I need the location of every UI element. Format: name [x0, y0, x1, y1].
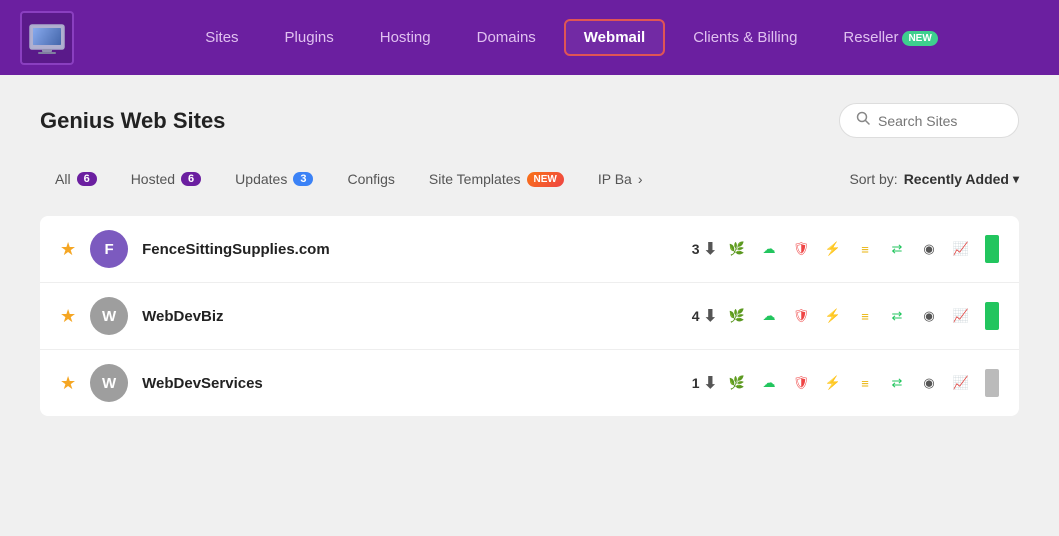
ip-ban-more-icon: ›: [638, 171, 643, 187]
site-name[interactable]: WebDevServices: [142, 375, 342, 392]
nav-clients-billing[interactable]: Clients & Billing: [675, 21, 815, 54]
sort-dropdown[interactable]: Recently Added ▾: [904, 171, 1019, 187]
shield-icon[interactable]: 🛡: [789, 304, 813, 328]
site-templates-new-badge: NEW: [527, 172, 564, 187]
search-icon: [856, 111, 870, 130]
nav-domains[interactable]: Domains: [459, 21, 554, 54]
update-count: 1 ⬇: [692, 373, 717, 393]
globe-icon[interactable]: ◉: [917, 237, 941, 261]
table-row: ★ W WebDevBiz 4 ⬇ 🌿 ☁ 🛡 ⚡ ≡ ⇄ ◉ 📈: [40, 283, 1019, 350]
cloud-icon[interactable]: ☁: [757, 237, 781, 261]
page-header: Genius Web Sites: [40, 103, 1019, 138]
leaf-icon[interactable]: 🌿: [725, 304, 749, 328]
lightning-icon[interactable]: ⚡: [821, 304, 845, 328]
cloud-icon[interactable]: ☁: [757, 371, 781, 395]
recycle-icon[interactable]: ⇄: [885, 304, 909, 328]
leaf-icon[interactable]: 🌿: [725, 371, 749, 395]
search-box[interactable]: [839, 103, 1019, 138]
tab-updates-count: 3: [293, 172, 313, 186]
tab-all[interactable]: All 6: [40, 162, 112, 196]
site-actions: 3 ⬇ 🌿 ☁ 🛡 ⚡ ≡ ⇄ ◉ 📈: [356, 235, 999, 263]
star-icon[interactable]: ★: [60, 306, 76, 327]
site-actions: 4 ⬇ 🌿 ☁ 🛡 ⚡ ≡ ⇄ ◉ 📈: [356, 302, 999, 330]
layers-icon[interactable]: ≡: [853, 237, 877, 261]
status-rect: [985, 302, 999, 330]
lightning-icon[interactable]: ⚡: [821, 371, 845, 395]
avatar: F: [90, 230, 128, 268]
avatar: W: [90, 364, 128, 402]
table-row: ★ W WebDevServices 1 ⬇ 🌿 ☁ 🛡 ⚡ ≡ ⇄ ◉ 📈: [40, 350, 1019, 416]
download-icon[interactable]: ⬇: [704, 306, 717, 326]
cloud-icon[interactable]: ☁: [757, 304, 781, 328]
main-content: Genius Web Sites All 6 Hosted 6 Updates …: [0, 75, 1059, 444]
shield-icon[interactable]: 🛡: [789, 237, 813, 261]
sort-label: Sort by:: [849, 171, 897, 187]
leaf-icon[interactable]: 🌿: [725, 237, 749, 261]
sort-value: Recently Added: [904, 171, 1009, 187]
star-icon[interactable]: ★: [60, 239, 76, 260]
globe-icon[interactable]: ◉: [917, 371, 941, 395]
star-icon[interactable]: ★: [60, 373, 76, 394]
tab-hosted-count: 6: [181, 172, 201, 186]
nav-sites[interactable]: Sites: [187, 21, 256, 54]
avatar: W: [90, 297, 128, 335]
trend-icon[interactable]: 📈: [949, 304, 973, 328]
download-icon[interactable]: ⬇: [704, 239, 717, 259]
tab-ip-ban[interactable]: IP Ba ›: [583, 162, 658, 196]
recycle-icon[interactable]: ⇄: [885, 371, 909, 395]
shield-icon[interactable]: 🛡: [789, 371, 813, 395]
lightning-icon[interactable]: ⚡: [821, 237, 845, 261]
trend-icon[interactable]: 📈: [949, 371, 973, 395]
globe-icon[interactable]: ◉: [917, 304, 941, 328]
navbar: Sites Plugins Hosting Domains Webmail Cl…: [0, 0, 1059, 75]
tab-all-count: 6: [77, 172, 97, 186]
tab-updates[interactable]: Updates 3: [220, 162, 328, 196]
update-count: 4 ⬇: [692, 306, 717, 326]
nav-webmail[interactable]: Webmail: [564, 19, 665, 56]
download-icon[interactable]: ⬇: [704, 373, 717, 393]
table-row: ★ F FenceSittingSupplies.com 3 ⬇ 🌿 ☁ 🛡 ⚡…: [40, 216, 1019, 283]
page-title: Genius Web Sites: [40, 108, 225, 134]
nav-reseller[interactable]: ResellerNEW: [825, 21, 955, 54]
site-name[interactable]: WebDevBiz: [142, 308, 342, 325]
layers-icon[interactable]: ≡: [853, 371, 877, 395]
tab-hosted[interactable]: Hosted 6: [116, 162, 216, 196]
tab-site-templates[interactable]: Site Templates NEW: [414, 162, 579, 196]
search-input[interactable]: [878, 113, 998, 129]
nav-plugins[interactable]: Plugins: [267, 21, 352, 54]
site-actions: 1 ⬇ 🌿 ☁ 🛡 ⚡ ≡ ⇄ ◉ 📈: [356, 369, 999, 397]
nav-hosting[interactable]: Hosting: [362, 21, 449, 54]
status-rect: [985, 235, 999, 263]
recycle-icon[interactable]: ⇄: [885, 237, 909, 261]
sort-section: Sort by: Recently Added ▾: [849, 171, 1019, 187]
tab-configs[interactable]: Configs: [332, 162, 409, 196]
sites-list: ★ F FenceSittingSupplies.com 3 ⬇ 🌿 ☁ 🛡 ⚡…: [40, 216, 1019, 416]
reseller-badge: NEW: [902, 31, 937, 46]
chevron-down-icon: ▾: [1013, 172, 1019, 186]
update-count: 3 ⬇: [692, 239, 717, 259]
layers-icon[interactable]: ≡: [853, 304, 877, 328]
trend-icon[interactable]: 📈: [949, 237, 973, 261]
logo[interactable]: [20, 11, 74, 65]
nav-items: Sites Plugins Hosting Domains Webmail Cl…: [104, 19, 1039, 56]
site-name[interactable]: FenceSittingSupplies.com: [142, 241, 342, 258]
status-rect: [985, 369, 999, 397]
filter-bar: All 6 Hosted 6 Updates 3 Configs Site Te…: [40, 162, 1019, 196]
